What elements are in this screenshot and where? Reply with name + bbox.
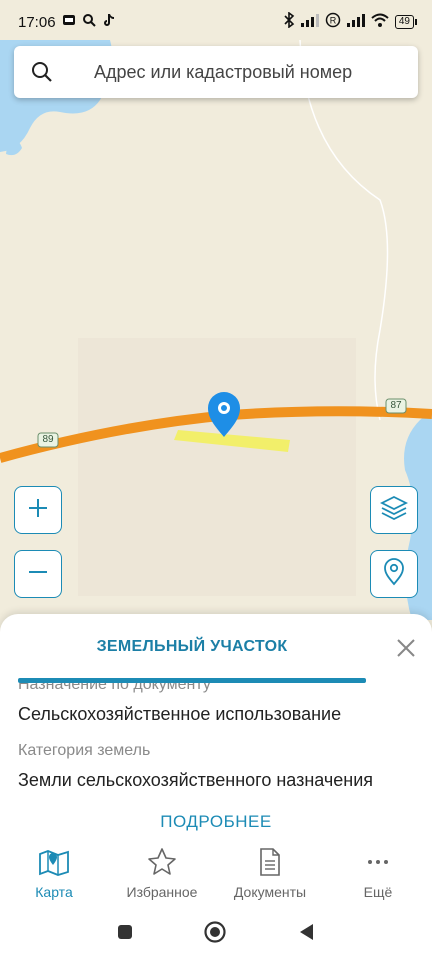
sheet-title: ЗЕМЕЛЬНЫЙ УЧАСТОК [96, 638, 288, 655]
tiktok-icon [102, 13, 116, 31]
location-pin-outline-icon [382, 557, 406, 591]
bluetooth-icon [283, 11, 295, 32]
nav-item-documents-label: Документы [233, 884, 307, 900]
svg-text:R: R [330, 16, 337, 26]
battery-indicator: 49 [394, 15, 418, 29]
back-button[interactable] [297, 922, 315, 947]
my-location-button[interactable] [370, 550, 418, 598]
recents-button[interactable] [117, 924, 133, 945]
content-fade [0, 792, 432, 812]
map-icon [38, 846, 70, 878]
app-notification-icon [62, 13, 76, 31]
close-icon[interactable] [394, 636, 418, 660]
layers-icon [379, 494, 409, 527]
search-bar[interactable] [14, 46, 418, 98]
search-icon[interactable] [14, 60, 70, 84]
search-notification-icon [82, 13, 96, 31]
system-navigation-bar [0, 908, 432, 960]
plus-icon [27, 497, 49, 524]
nav-item-favorites-label: Избранное [126, 884, 198, 900]
road-label-87: 87 [390, 400, 402, 411]
zoom-out-button[interactable] [14, 550, 62, 598]
signal-icon [300, 13, 319, 31]
field-label-category: Категория земель [18, 742, 151, 759]
nav-item-map[interactable]: Карта [0, 838, 108, 908]
nav-item-more[interactable]: Ещё [324, 838, 432, 908]
nav-item-more-label: Ещё [363, 884, 393, 900]
loading-progress-bar [18, 678, 366, 683]
nav-item-map-label: Карта [35, 884, 73, 900]
more-details-button[interactable]: ПОДРОБНЕЕ [0, 810, 432, 832]
layers-button[interactable] [370, 486, 418, 534]
roaming-icon: R [325, 12, 341, 32]
wifi-icon [371, 13, 389, 31]
more-icon [366, 846, 390, 878]
field-value-purpose: Сельскохозяйственное использование [18, 704, 342, 724]
nav-item-documents[interactable]: Документы [216, 838, 324, 908]
status-bar: 17:06 R 49 [0, 0, 432, 44]
bottom-navigation: Карта Избранное Документы Ещё [0, 838, 432, 908]
star-icon [147, 846, 177, 878]
status-time: 17:06 [18, 13, 56, 31]
map-view[interactable]: 89 87 [0, 0, 432, 700]
nav-item-favorites[interactable]: Избранное [108, 838, 216, 908]
signal-icon-2 [346, 13, 365, 31]
zoom-in-button[interactable] [14, 486, 62, 534]
minus-icon [27, 561, 49, 588]
search-input[interactable] [70, 61, 390, 83]
document-icon [258, 846, 282, 878]
home-button[interactable] [203, 920, 227, 949]
road-label-89: 89 [42, 434, 54, 445]
parcel-info-sheet[interactable]: ЗЕМЕЛЬНЫЙ УЧАСТОК Назначение по документ… [0, 614, 432, 846]
